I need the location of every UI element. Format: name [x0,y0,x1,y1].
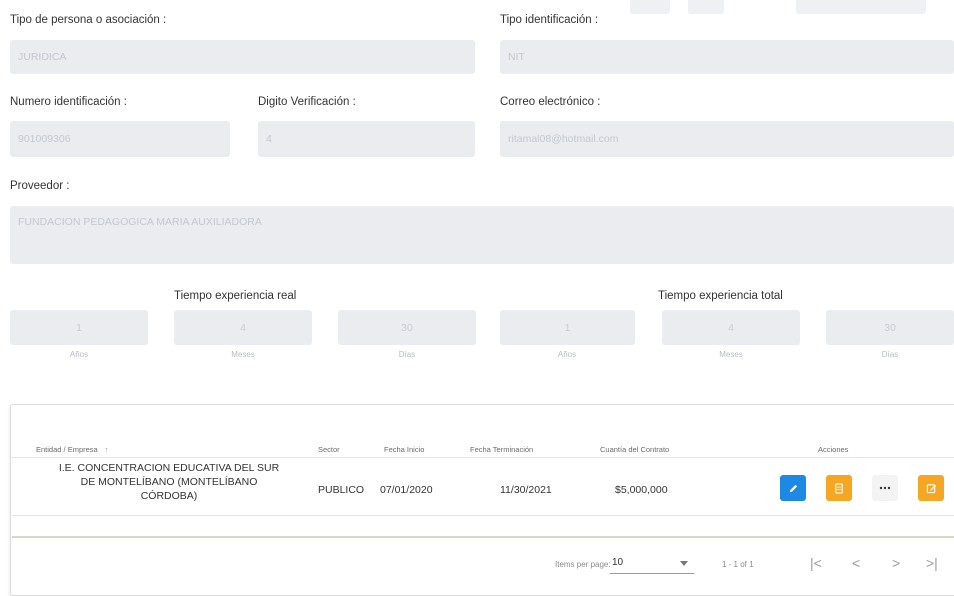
cell-cuantia: $5,000,000 [615,484,668,496]
next-page-icon[interactable]: > [892,555,900,571]
tipo-persona-field[interactable]: JURIDICA [10,40,475,74]
row-divider [12,515,954,516]
edit-button[interactable] [780,475,806,501]
experiencia-real-months-field[interactable]: 4 [174,310,312,345]
tipo-identificacion-label: Tipo identificación : [500,14,599,26]
proveedor-label: Proveedor : [10,180,70,192]
tipo-identificacion-field[interactable]: NIT [500,40,954,74]
sort-arrow-icon[interactable]: ↑ [105,445,109,454]
pagination-range: 1 - 1 of 1 [722,560,754,569]
top-tab [688,0,724,14]
cell-sector: PUBLICO [318,484,365,496]
experiencia-total-title: Tiempo experiencia total [658,290,783,302]
chevron-down-icon [680,561,688,566]
document-icon [835,482,843,494]
digito-verificacion-label: Digito Verificación : [258,96,356,108]
table-footer-divider [12,536,954,538]
header-entidad-label: Entidad / Empresa [36,445,98,454]
experiencia-total-days-field[interactable]: 30 [826,310,954,345]
numero-identificacion-field[interactable]: 901009306 [10,121,230,157]
months-caption: Meses [719,350,743,359]
experiencia-total-years-field[interactable]: 1 [500,310,635,345]
experiencia-real-years-field[interactable]: 1 [10,310,148,345]
edit-icon [789,484,797,492]
correo-field[interactable]: ritamal08@hotmail.com [500,121,954,157]
previous-page-icon[interactable]: < [852,555,860,571]
months-caption: Meses [231,350,255,359]
cell-entidad-line: I.E. CONCENTRACION EDUCATIVA DEL SUR [58,462,280,474]
proveedor-field[interactable]: FUNDACION PEDAGOGICA MARIA AUXILIADORA [10,206,954,264]
digito-verificacion-field[interactable]: 4 [258,121,475,157]
top-tab [796,0,926,14]
experiencia-total-months-field[interactable]: 4 [662,310,800,345]
header-cuantia[interactable]: Cuantía del Contrato [600,445,669,454]
items-per-page-label: Items per page: [555,560,611,569]
note-icon [926,483,936,493]
days-caption: Días [398,350,416,359]
years-caption: Años [557,350,577,359]
header-sector[interactable]: Sector [318,445,340,454]
correo-label: Correo electrónico : [500,96,601,108]
more-button[interactable] [872,475,898,501]
cell-entidad: I.E. CONCENTRACION EDUCATIVA DEL SUR DE … [24,461,314,503]
header-divider [12,457,954,458]
document-button[interactable] [826,475,852,501]
top-tab [630,0,670,14]
last-page-icon[interactable]: >| [926,555,938,571]
tipo-persona-label: Tipo de persona o asociación : [10,14,167,26]
cell-entidad-line: DE MONTELÍBANO (MONTELÍBANO [80,476,258,488]
numero-identificacion-label: Numero identificación : [10,96,127,108]
note-button[interactable] [918,475,944,501]
header-fecha-terminacion[interactable]: Fecha Terminación [470,445,533,454]
items-per-page-value: 10 [612,557,624,568]
header-acciones: Acciones [818,445,849,454]
items-per-page-select[interactable]: 10 [610,553,694,574]
header-entidad[interactable]: Entidad / Empresa ↑ [36,445,109,454]
experiencia-real-title: Tiempo experiencia real [174,290,297,302]
days-caption: Días [881,350,899,359]
first-page-icon[interactable]: |< [810,555,822,571]
cell-fecha-inicio: 07/01/2020 [380,484,433,496]
more-icon [879,486,891,490]
header-fecha-inicio[interactable]: Fecha Inicio [384,445,424,454]
years-caption: Años [69,350,89,359]
cell-fecha-terminacion: 11/30/2021 [500,484,552,496]
experiencia-real-days-field[interactable]: 30 [338,310,476,345]
cell-entidad-line: CÓRDOBA) [140,490,198,502]
